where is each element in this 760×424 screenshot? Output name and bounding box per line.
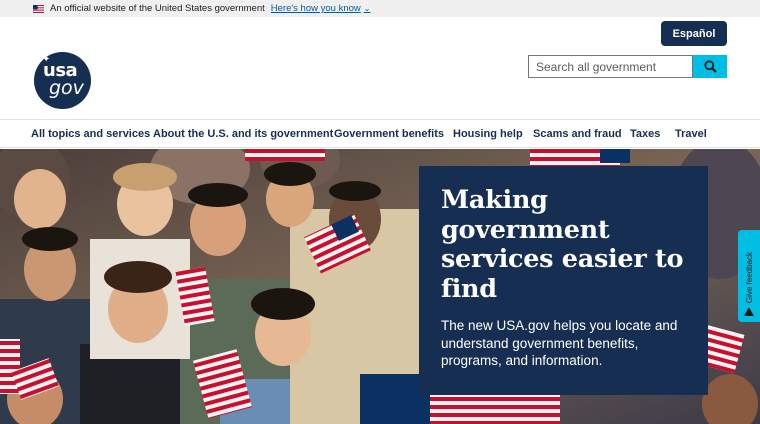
give-feedback-tab[interactable]: Give feedback [738,230,760,322]
nav-all-topics[interactable]: All topics and services [31,128,150,140]
heres-how-you-know-label: Here's how you know [270,3,361,14]
hero-description: The new USA.gov helps you locate and und… [441,318,678,368]
nav-travel[interactable]: Travel [675,128,707,140]
search-icon [703,60,717,73]
nav-housing-help[interactable]: Housing help [453,128,523,140]
hero-card: Making government services easier to fin… [419,166,708,395]
search-form [528,55,727,78]
usagov-logo[interactable]: ✦ usa gov [34,52,91,109]
main-navigation: All topics and services About the U.S. a… [0,119,760,148]
feedback-icon [744,307,754,316]
search-input[interactable] [528,55,693,78]
hero-title: Making government services easier to fin… [441,185,684,304]
site-header: ✦ usa gov Español [0,17,760,119]
official-banner-text: An official website of the United States… [50,3,265,14]
chevron-down-icon: ⌄ [363,4,371,13]
heres-how-you-know-link[interactable]: Here's how you know ⌄ [271,3,371,14]
official-banner: An official website of the United States… [0,0,760,17]
espanol-button[interactable]: Español [661,21,727,46]
give-feedback-label: Give feedback [744,251,754,303]
hero-section: Making government services easier to fin… [0,149,760,424]
nav-government-benefits[interactable]: Government benefits [334,128,444,140]
nav-taxes[interactable]: Taxes [630,128,660,140]
nav-scams-and-fraud[interactable]: Scams and fraud [533,128,622,140]
logo-gov-text: gov [49,77,84,99]
us-flag-icon [33,4,44,13]
search-button[interactable] [693,55,727,78]
nav-about-us-government[interactable]: About the U.S. and its government [153,128,333,140]
